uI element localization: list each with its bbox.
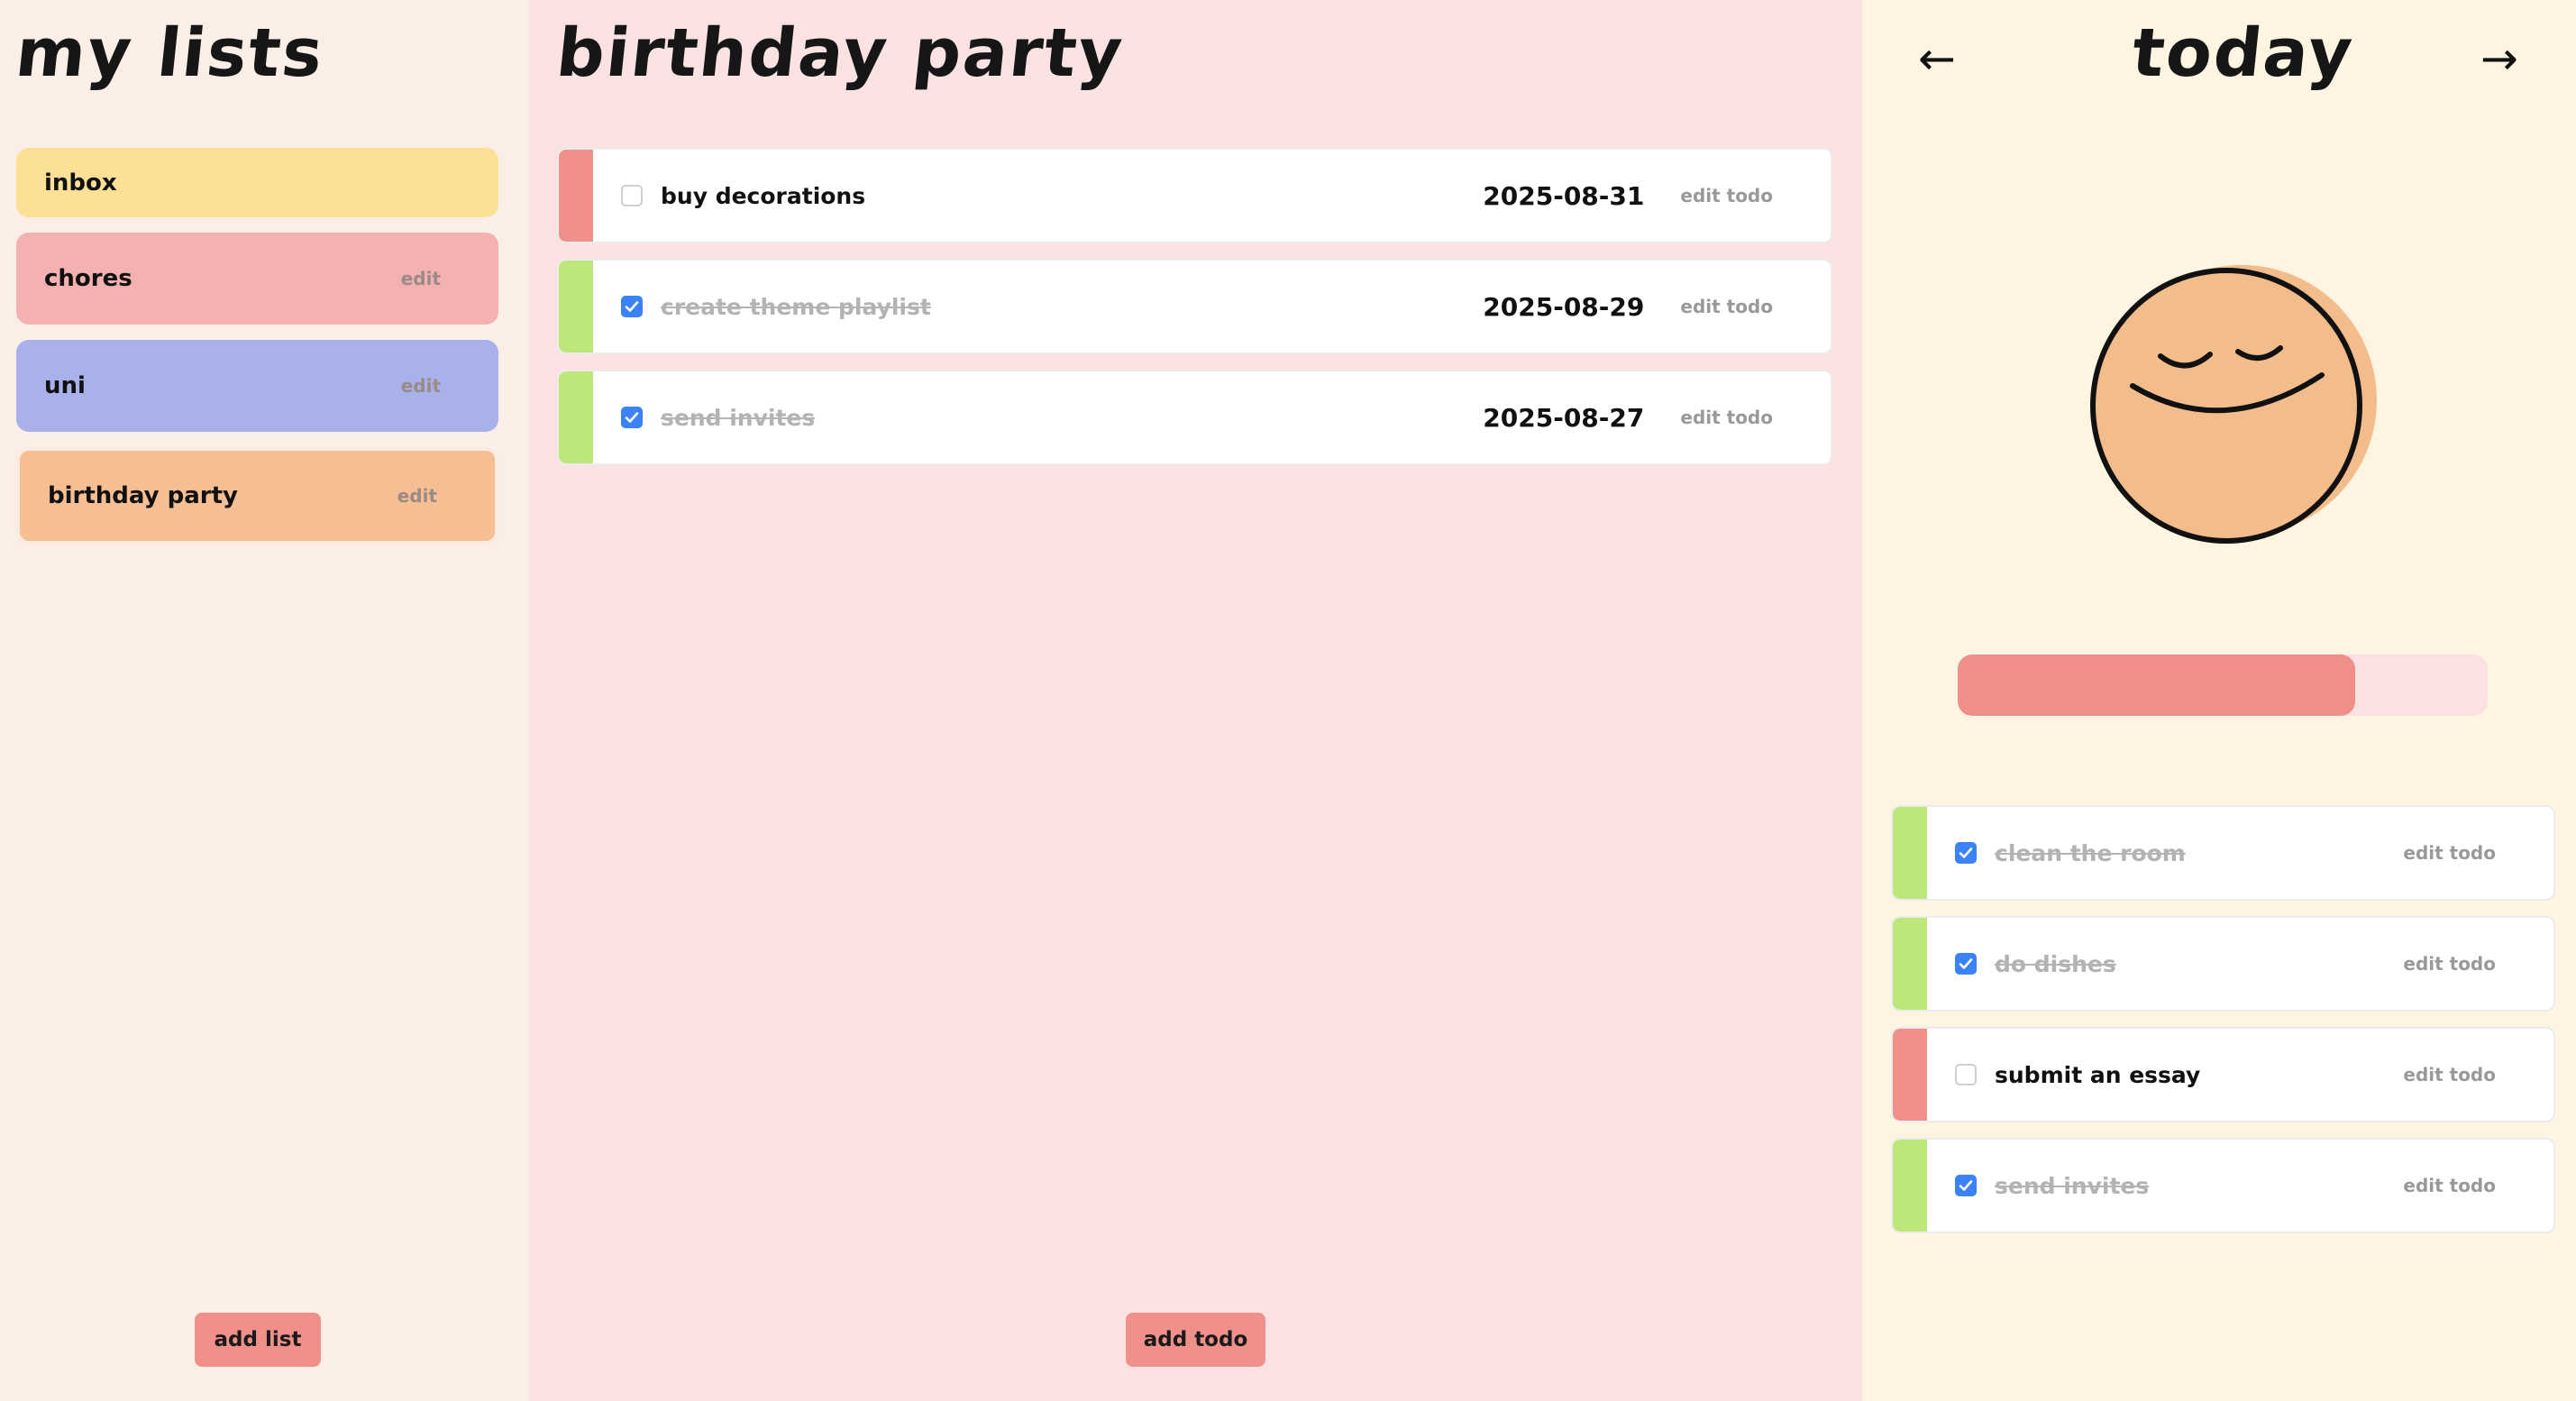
- list-item-uni[interactable]: uni edit: [16, 340, 498, 432]
- priority-bar: [1893, 807, 1927, 899]
- today-todo-item[interactable]: submit an essay edit todo: [1891, 1027, 2555, 1122]
- todo-checkbox[interactable]: [1955, 1175, 1977, 1196]
- edit-todo-button[interactable]: edit todo: [2403, 1064, 2496, 1085]
- today-todo-item[interactable]: clean the room edit todo: [1891, 805, 2555, 901]
- todo-date: 2025-08-29: [1483, 291, 1645, 322]
- edit-todo-button[interactable]: edit todo: [2403, 953, 2496, 975]
- lists-title: my lists: [12, 14, 328, 92]
- progress-fill: [1958, 655, 2355, 716]
- priority-bar: [559, 150, 593, 242]
- smiley-face-icon: [2090, 265, 2377, 544]
- list-item-label: uni: [44, 372, 86, 399]
- todo-panel: birthday party buy decorations 2025-08-3…: [529, 0, 1862, 1401]
- arrow-left-icon[interactable]: ←: [1918, 32, 1956, 85]
- todo-checkbox[interactable]: [621, 296, 643, 317]
- priority-bar: [1893, 1140, 1927, 1232]
- todo-checkbox[interactable]: [621, 407, 643, 428]
- edit-todo-button[interactable]: edit todo: [2403, 842, 2496, 864]
- list-title: birthday party: [553, 14, 1128, 92]
- todo-title: send invites: [661, 404, 816, 431]
- todo-item[interactable]: buy decorations 2025-08-31 edit todo: [557, 148, 1832, 243]
- priority-bar: [559, 261, 593, 353]
- arrow-right-icon[interactable]: →: [2480, 32, 2518, 85]
- today-todo-item[interactable]: do dishes edit todo: [1891, 916, 2555, 1012]
- add-list-button[interactable]: add list: [195, 1313, 321, 1367]
- add-todo-button[interactable]: add todo: [1126, 1313, 1265, 1367]
- check-icon: [1959, 847, 1973, 858]
- todo-item[interactable]: send invites 2025-08-27 edit todo: [557, 370, 1832, 465]
- today-todo-item[interactable]: send invites edit todo: [1891, 1138, 2555, 1233]
- todo-checkbox[interactable]: [621, 185, 643, 206]
- priority-bar: [1893, 1029, 1927, 1121]
- edit-todo-button[interactable]: edit todo: [1680, 407, 1773, 428]
- list-item-label: chores: [44, 265, 132, 292]
- check-icon: [1959, 1180, 1973, 1191]
- todo-title: do dishes: [1995, 950, 2116, 977]
- list-item-label: inbox: [44, 169, 117, 197]
- list-item-birthday-party[interactable]: birthday party edit: [16, 447, 498, 545]
- lists-panel: my lists inbox chores edit uni edit birt…: [0, 0, 529, 1401]
- check-icon: [1959, 958, 1973, 969]
- list-edit-button[interactable]: edit: [401, 375, 441, 397]
- today-title: today: [2128, 14, 2358, 92]
- todo-checkbox[interactable]: [1955, 1064, 1977, 1085]
- check-icon: [625, 301, 639, 312]
- todo-title: send invites: [1995, 1172, 2150, 1199]
- todo-checkbox[interactable]: [1955, 842, 1977, 864]
- check-icon: [625, 412, 639, 423]
- list-item-chores[interactable]: chores edit: [16, 233, 498, 325]
- todo-item[interactable]: create theme playlist 2025-08-29 edit to…: [557, 259, 1832, 354]
- todo-title: create theme playlist: [661, 293, 931, 320]
- daily-progress-bar: [1958, 655, 2488, 716]
- todo-checkbox[interactable]: [1955, 953, 1977, 975]
- todo-title: submit an essay: [1995, 1061, 2201, 1088]
- todo-title: clean the room: [1995, 839, 2186, 866]
- todo-date: 2025-08-31: [1483, 180, 1645, 211]
- list-item-inbox[interactable]: inbox: [16, 148, 498, 217]
- list-item-label: birthday party: [48, 482, 238, 509]
- list-edit-button[interactable]: edit: [397, 485, 437, 507]
- todo-date: 2025-08-27: [1483, 402, 1645, 433]
- list-edit-button[interactable]: edit: [401, 268, 441, 289]
- priority-bar: [559, 371, 593, 463]
- edit-todo-button[interactable]: edit todo: [1680, 296, 1773, 317]
- edit-todo-button[interactable]: edit todo: [1680, 185, 1773, 206]
- edit-todo-button[interactable]: edit todo: [2403, 1175, 2496, 1196]
- priority-bar: [1893, 918, 1927, 1010]
- todo-title: buy decorations: [661, 182, 866, 209]
